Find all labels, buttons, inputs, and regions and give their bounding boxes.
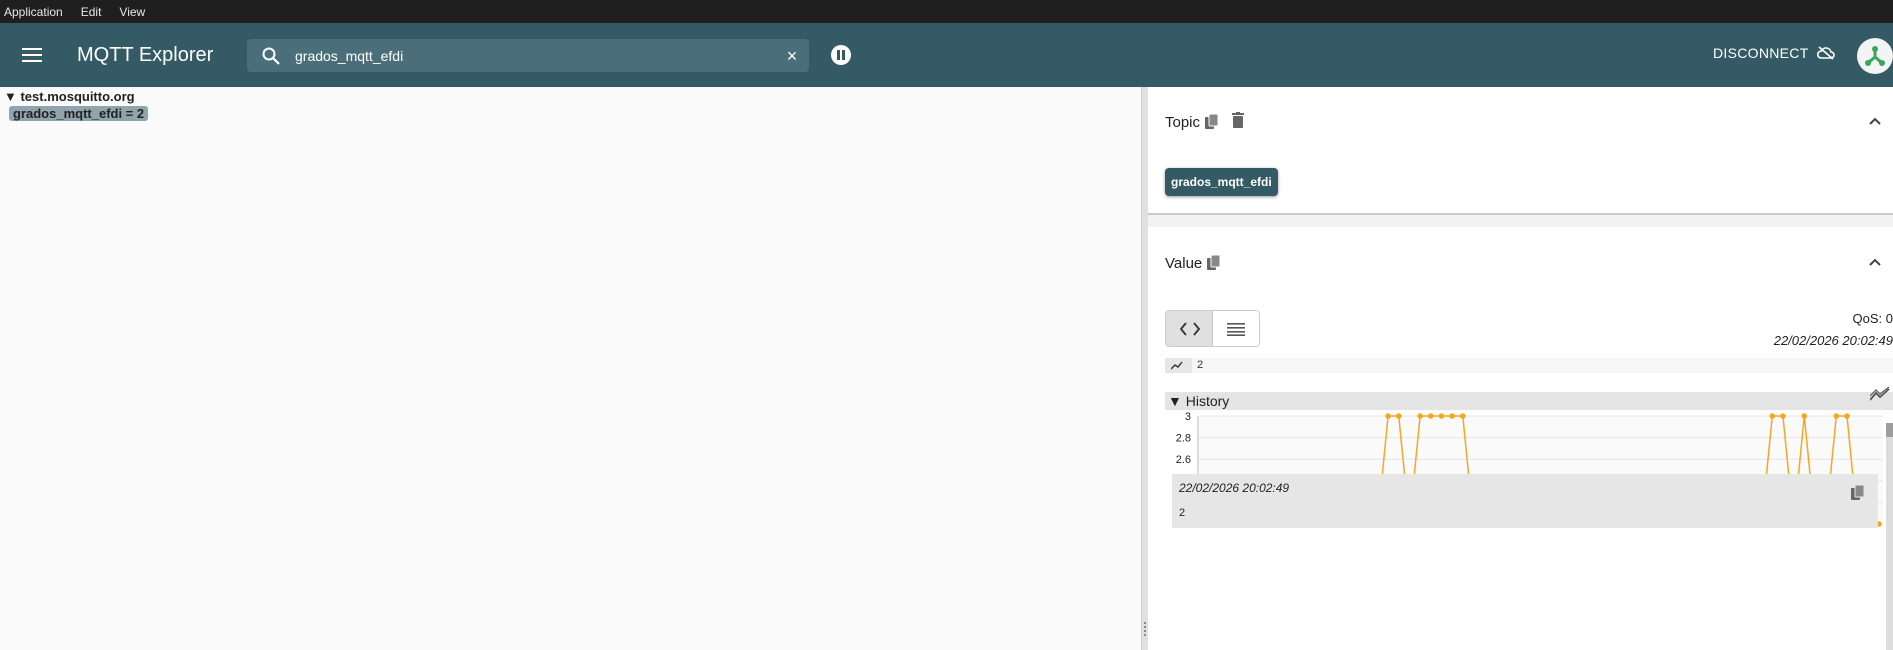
show-chart-icon[interactable] <box>1870 387 1890 401</box>
copy-topic-icon[interactable] <box>1205 114 1219 130</box>
app-bar: MQTT Explorer grados_mqtt_efdi × DISCONN… <box>0 23 1893 87</box>
pause-icon[interactable] <box>831 45 851 65</box>
tree-node-selected[interactable]: grados_mqtt_efdi = 2 <box>9 106 149 121</box>
code-icon <box>1180 322 1200 336</box>
data-point <box>1833 413 1840 419</box>
search-icon <box>262 47 280 65</box>
tree-node-root[interactable]: ▼ test.mosquitto.org <box>4 89 135 104</box>
y-tick-label: 2.8 <box>1176 433 1191 445</box>
pane-splitter[interactable] <box>1141 87 1148 650</box>
disconnect-button[interactable]: DISCONNECT <box>1713 45 1835 61</box>
history-message: 22/02/2026 20:02:49 2 <box>1172 474 1878 528</box>
cloud-off-icon <box>1816 46 1835 60</box>
collapse-value-icon[interactable] <box>1869 258 1881 266</box>
menu-icon[interactable] <box>20 43 44 67</box>
value-text: 2 <box>1197 359 1204 371</box>
value-row: 2 <box>1165 358 1893 373</box>
data-point <box>1769 413 1776 419</box>
history-scrollbar[interactable] <box>1886 423 1893 650</box>
menu-bar: Application Edit View <box>0 0 1893 23</box>
lines-icon <box>1226 323 1245 336</box>
raw-view-button[interactable] <box>1212 311 1259 346</box>
scrollbar-thumb[interactable] <box>1886 423 1893 437</box>
qos-label: QoS: 0 <box>1852 311 1893 326</box>
data-point <box>1438 413 1445 419</box>
message-value: 2 <box>1179 507 1186 519</box>
value-timestamp: 22/02/2026 20:02:49 <box>1773 333 1893 348</box>
view-toggle-group <box>1165 310 1260 347</box>
app-title: MQTT Explorer <box>77 44 214 66</box>
value-label: Value <box>1165 255 1203 272</box>
clear-icon[interactable]: × <box>783 47 801 65</box>
search-input[interactable]: grados_mqtt_efdi × <box>247 39 809 72</box>
avatar-icon[interactable] <box>1857 38 1893 74</box>
menu-application[interactable]: Application <box>0 5 69 19</box>
details-sidebar: Topic grados_mqtt_efdi Value QoS: 0 22/0… <box>1148 87 1893 650</box>
data-point <box>1427 413 1434 419</box>
message-timestamp: 22/02/2026 20:02:49 <box>1179 481 1290 495</box>
history-header[interactable]: ▼ History <box>1165 392 1893 410</box>
code-view-button[interactable] <box>1166 311 1213 346</box>
section-gap <box>1148 215 1893 227</box>
search-value[interactable]: grados_mqtt_efdi <box>295 48 403 64</box>
menu-edit[interactable]: Edit <box>77 5 108 19</box>
copy-value-icon[interactable] <box>1207 255 1221 271</box>
menu-view[interactable]: View <box>115 5 151 19</box>
delete-topic-icon[interactable] <box>1232 112 1244 128</box>
y-tick-label: 2.6 <box>1176 454 1191 466</box>
topic-tree: ▼ test.mosquitto.org grados_mqtt_efdi = … <box>0 87 1141 650</box>
topic-chip[interactable]: grados_mqtt_efdi <box>1165 168 1278 196</box>
y-tick-label: 3 <box>1185 411 1191 423</box>
sparkline-toggle[interactable] <box>1165 358 1192 373</box>
disconnect-label: DISCONNECT <box>1713 45 1809 61</box>
trend-icon <box>1171 361 1183 370</box>
data-point <box>1385 413 1391 419</box>
data-point <box>1417 413 1423 419</box>
drag-handle-icon[interactable] <box>1144 622 1146 636</box>
data-point <box>1395 413 1402 419</box>
collapse-topic-icon[interactable] <box>1869 117 1881 125</box>
data-point <box>1459 413 1466 419</box>
data-point <box>1844 413 1850 419</box>
topic-label: Topic <box>1165 114 1201 131</box>
data-point <box>1780 413 1786 419</box>
data-point <box>1449 413 1455 419</box>
data-point <box>1801 413 1808 419</box>
copy-message-icon[interactable] <box>1851 485 1865 501</box>
